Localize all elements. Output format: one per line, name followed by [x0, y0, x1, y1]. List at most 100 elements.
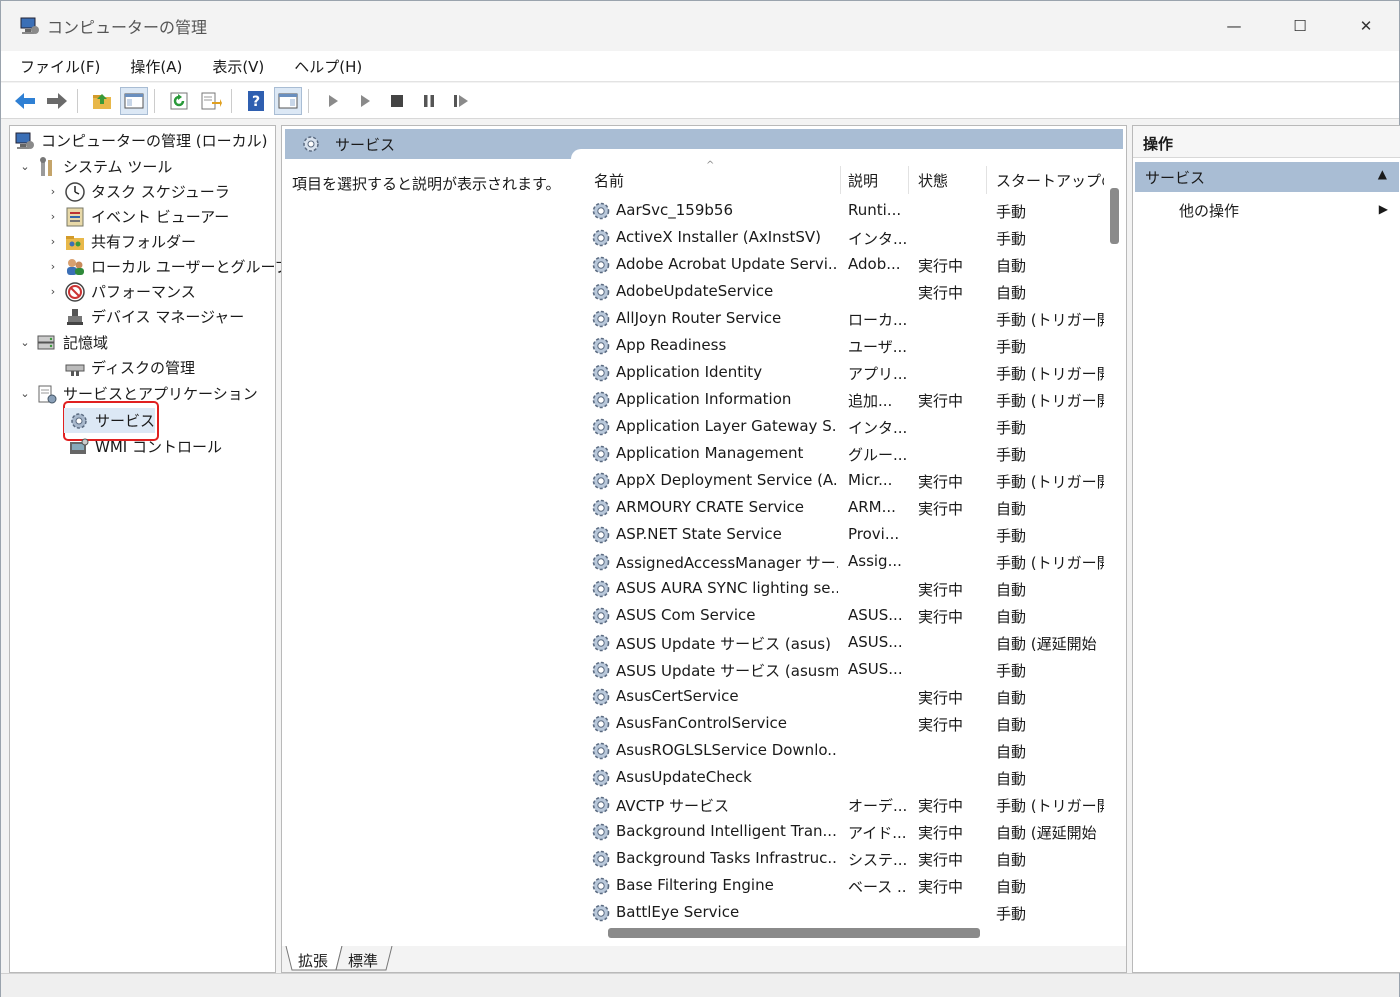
- menu-view[interactable]: 表示(V): [201, 56, 275, 77]
- chevron-right-icon[interactable]: ›: [46, 260, 60, 273]
- service-description: ベース ...: [848, 878, 906, 896]
- status-bar: [1, 973, 1399, 997]
- service-name: ASP.NET State Service: [616, 525, 782, 543]
- table-row[interactable]: Application Management グルー... 手動: [584, 441, 1104, 468]
- table-row[interactable]: Base Filtering Engine ベース ... 実行中 自動: [584, 873, 1104, 900]
- table-row[interactable]: ARMOURY CRATE Service ARM... 実行中 自動: [584, 495, 1104, 522]
- refresh-icon[interactable]: [165, 87, 193, 115]
- vertical-scrollbar[interactable]: [1106, 170, 1122, 942]
- tree-item-performance[interactable]: › パフォーマンス: [46, 279, 196, 304]
- tree-item-wmi-control[interactable]: WMI コントロール: [64, 434, 222, 459]
- header-notch: [571, 149, 1123, 159]
- tab-extended[interactable]: 拡張: [290, 948, 336, 972]
- table-row[interactable]: AsusCertService 実行中 自動: [584, 684, 1104, 711]
- more-actions-item[interactable]: 他の操作: [1179, 200, 1239, 221]
- tree-item-root[interactable]: コンピューターの管理 (ローカル): [14, 128, 267, 153]
- menu-help[interactable]: ヘルプ(H): [283, 56, 373, 77]
- up-folder-icon[interactable]: [88, 87, 116, 115]
- chevron-right-icon[interactable]: ›: [46, 210, 60, 223]
- minimize-button[interactable]: —: [1201, 1, 1267, 51]
- tree-item-storage[interactable]: ⌄ 記憶域: [18, 330, 108, 355]
- close-button[interactable]: ✕: [1333, 1, 1399, 51]
- tree-item-disk-management[interactable]: ディスクの管理: [60, 355, 195, 380]
- table-row[interactable]: AdobeUpdateService 実行中 自動: [584, 279, 1104, 306]
- table-row[interactable]: BattlEye Service 手動: [584, 900, 1104, 927]
- table-row[interactable]: AsusFanControlService 実行中 自動: [584, 711, 1104, 738]
- help-icon[interactable]: ?: [242, 87, 270, 115]
- column-header-status[interactable]: 状態: [918, 170, 948, 194]
- service-startup-type: 自動: [996, 716, 1027, 734]
- vertical-scroll-thumb[interactable]: [1110, 188, 1119, 244]
- show-hide-tree-icon[interactable]: [120, 86, 148, 115]
- tree-item-task-scheduler[interactable]: › タスク スケジューラ: [46, 179, 230, 204]
- column-divider[interactable]: [840, 166, 841, 194]
- table-row[interactable]: ASUS Update サービス (asusm) ASUS... 手動: [584, 657, 1104, 684]
- table-row[interactable]: AppX Deployment Service (A... Micr... 実行中 手…: [584, 468, 1104, 495]
- chevron-right-icon[interactable]: ›: [46, 185, 60, 198]
- table-row[interactable]: AarSvc_159b56 Runti... 手動: [584, 198, 1104, 225]
- column-divider[interactable]: [908, 166, 909, 194]
- table-row[interactable]: Adobe Acrobat Update Servi... Adob... 実行中 自…: [584, 252, 1104, 279]
- horizontal-scroll-thumb[interactable]: [608, 928, 980, 938]
- start-service-alt-icon[interactable]: [351, 87, 379, 115]
- chevron-right-icon[interactable]: ›: [46, 285, 60, 298]
- table-row[interactable]: ActiveX Installer (AxInstSV) インタ... 手動: [584, 225, 1104, 252]
- disk-management-icon: [64, 357, 86, 379]
- chevron-down-icon[interactable]: ⌄: [18, 336, 32, 349]
- column-divider[interactable]: [986, 166, 987, 194]
- table-row[interactable]: Background Tasks Infrastruc... システ... 実行中 自…: [584, 846, 1104, 873]
- tree-label: パフォーマンス: [91, 283, 196, 301]
- column-header-startup-type[interactable]: スタートアップの種: [996, 170, 1104, 194]
- tree-item-event-viewer[interactable]: › イベント ビューアー: [46, 204, 229, 229]
- table-row[interactable]: AsusROGLSLService Downlo... 自動: [584, 738, 1104, 765]
- column-header-name[interactable]: 名前: [594, 170, 624, 194]
- service-name: AarSvc_159b56: [616, 201, 734, 219]
- table-row[interactable]: App Readiness ユーザ... 手動: [584, 333, 1104, 360]
- submenu-arrow-icon[interactable]: ▶: [1379, 202, 1388, 216]
- chevron-down-icon[interactable]: ⌄: [18, 160, 32, 173]
- horizontal-scrollbar[interactable]: [584, 924, 1122, 940]
- gear-icon: [68, 410, 90, 432]
- gear-icon: [590, 875, 612, 897]
- service-description: ASUS...: [848, 660, 903, 678]
- tab-standard[interactable]: 標準: [340, 948, 386, 972]
- tree-item-shared-folders[interactable]: › 共有フォルダー: [46, 229, 196, 254]
- show-hide-action-pane-icon[interactable]: [274, 86, 302, 115]
- export-list-icon[interactable]: [197, 87, 225, 115]
- chevron-right-icon[interactable]: ›: [46, 235, 60, 248]
- maximize-button[interactable]: ☐: [1267, 1, 1333, 51]
- service-startup-type: 手動 (トリガー開: [996, 797, 1104, 815]
- menu-file[interactable]: ファイル(F): [9, 56, 111, 77]
- pause-service-icon[interactable]: [415, 87, 443, 115]
- table-row[interactable]: AsusUpdateCheck 自動: [584, 765, 1104, 792]
- table-row[interactable]: ASUS AURA SYNC lighting se... 実行中 自動: [584, 576, 1104, 603]
- forward-arrow-icon[interactable]: [43, 87, 71, 115]
- table-row[interactable]: ASUS Com Service ASUS... 実行中 自動: [584, 603, 1104, 630]
- chevron-down-icon[interactable]: ⌄: [18, 387, 32, 400]
- table-row[interactable]: ASUS Update サービス (asus) ASUS... 自動 (遅延開始: [584, 630, 1104, 657]
- service-startup-type: 手動 (トリガー開: [996, 365, 1104, 383]
- tree-item-system-tools[interactable]: ⌄ システム ツール: [18, 154, 172, 179]
- actions-section-services[interactable]: サービス ▲: [1135, 162, 1399, 192]
- table-row[interactable]: AllJoyn Router Service ローカ... 手動 (トリガー開: [584, 306, 1104, 333]
- tree-item-local-users[interactable]: › ローカル ユーザーとグループ: [46, 254, 290, 279]
- restart-service-icon[interactable]: [447, 87, 475, 115]
- service-status: 実行中: [918, 392, 964, 410]
- table-row[interactable]: Background Intelligent Tran... アイド... 実行中 自…: [584, 819, 1104, 846]
- stop-service-icon[interactable]: [383, 87, 411, 115]
- menu-action[interactable]: 操作(A): [119, 56, 193, 77]
- tree-item-services[interactable]: サービス: [64, 408, 156, 433]
- table-row[interactable]: Application Information 追加... 実行中 手動 (トリガー開: [584, 387, 1104, 414]
- collapse-icon[interactable]: ▲: [1378, 167, 1387, 181]
- back-arrow-icon[interactable]: [11, 87, 39, 115]
- gear-icon: [590, 605, 612, 627]
- table-row[interactable]: Application Identity アプリ... 手動 (トリガー開: [584, 360, 1104, 387]
- tree-item-device-manager[interactable]: デバイス マネージャー: [60, 304, 244, 329]
- start-service-icon[interactable]: [319, 87, 347, 115]
- column-header-description[interactable]: 説明: [848, 170, 878, 194]
- gear-icon: [590, 362, 612, 384]
- table-row[interactable]: Application Layer Gateway S... インタ... 手動: [584, 414, 1104, 441]
- table-row[interactable]: AVCTP サービス オーデ... 実行中 手動 (トリガー開: [584, 792, 1104, 819]
- table-row[interactable]: ASP.NET State Service Provi... 手動: [584, 522, 1104, 549]
- table-row[interactable]: AssignedAccessManager サー... Assig... 手動 (ト…: [584, 549, 1104, 576]
